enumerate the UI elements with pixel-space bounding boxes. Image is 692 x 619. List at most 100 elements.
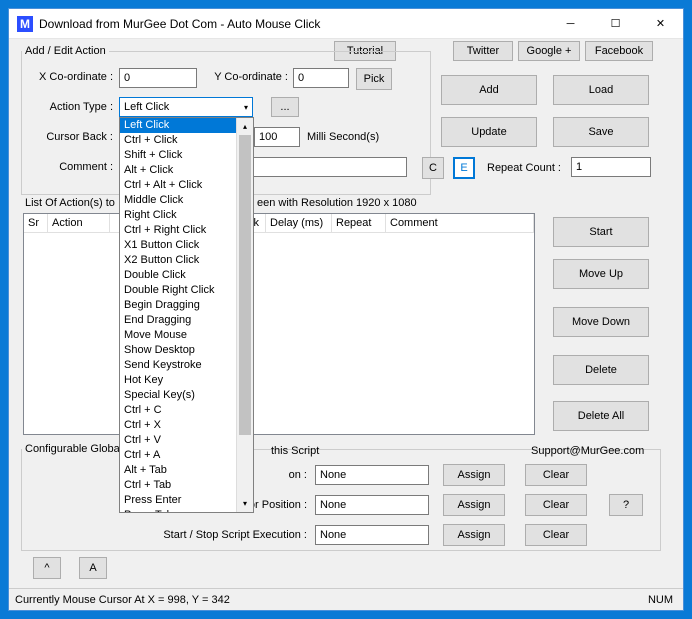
dropdown-item[interactable]: End Dragging [120,313,253,328]
dropdown-item[interactable]: Special Key(s) [120,388,253,403]
titlebar: M Download from MurGee Dot Com - Auto Mo… [9,9,683,39]
hotkey-legend-right: this Script [271,445,319,457]
scroll-thumb[interactable] [239,135,251,435]
status-text: Currently Mouse Cursor At X = 998, Y = 3… [15,594,230,606]
repeat-label: Repeat Count : [487,162,561,174]
dropdown-item[interactable]: Ctrl + Alt + Click [120,178,253,193]
save-button[interactable]: Save [553,117,649,147]
window-title: Download from MurGee Dot Com - Auto Mous… [39,17,548,31]
dropdown-item[interactable]: Hot Key [120,373,253,388]
dropdown-item[interactable]: Ctrl + V [120,433,253,448]
hk1-clear[interactable]: Clear [525,464,587,486]
action-type-value: Left Click [124,101,169,113]
add-button[interactable]: Add [441,75,537,105]
a-button[interactable]: A [79,557,107,579]
close-button[interactable]: ✕ [638,9,683,39]
add-edit-legend: Add / Edit Action [22,45,109,57]
help-button[interactable]: ? [609,494,643,516]
moveup-button[interactable]: Move Up [553,259,649,289]
dropdown-item[interactable]: Left Click [120,118,253,133]
action-type-dropdown[interactable]: ▴ ▾ Left ClickCtrl + ClickShift + ClickA… [119,117,254,513]
dropdown-item[interactable]: Alt + Click [120,163,253,178]
repeat-input[interactable] [571,157,651,177]
dropdown-item[interactable]: Ctrl + Right Click [120,223,253,238]
hk3-input[interactable] [315,525,429,545]
delay-input[interactable] [254,127,300,147]
dropdown-item[interactable]: Ctrl + C [120,403,253,418]
th-comment[interactable]: Comment [386,214,534,233]
x-coord-input[interactable] [119,68,197,88]
hk1-input[interactable] [315,465,429,485]
pick-button[interactable]: Pick [356,68,392,90]
hk2-clear[interactable]: Clear [525,494,587,516]
dropdown-item[interactable]: Show Desktop [120,343,253,358]
hk1-label-right: on : [279,469,307,481]
dropdown-item[interactable]: Middle Click [120,193,253,208]
dropdown-item[interactable]: Right Click [120,208,253,223]
load-button[interactable]: Load [553,75,649,105]
scroll-down-icon[interactable]: ▾ [237,495,253,512]
dropdown-item[interactable]: Press Enter [120,493,253,508]
dropdown-item[interactable]: Shift + Click [120,148,253,163]
caret-button[interactable]: ^ [33,557,61,579]
actions-table[interactable]: Sr Action ck Delay (ms) Repeat Comment [23,213,535,435]
facebook-button[interactable]: Facebook [585,41,653,61]
c-button[interactable]: C [422,157,444,179]
list-label-left: List Of Action(s) to [25,197,115,209]
hotkey-legend: Configurable Globa [22,443,123,455]
dropdown-item[interactable]: Ctrl + A [120,448,253,463]
dropdown-scrollbar[interactable]: ▴ ▾ [236,118,253,512]
dropdown-item[interactable]: Double Right Click [120,283,253,298]
dropdown-item[interactable]: Ctrl + X [120,418,253,433]
hk3-label: Start / Stop Script Execution : [129,529,307,541]
th-delay[interactable]: Delay (ms) [266,214,332,233]
table-header: Sr Action ck Delay (ms) Repeat Comment [24,214,534,233]
hk1-assign[interactable]: Assign [443,464,505,486]
google-button[interactable]: Google + [518,41,580,61]
x-coord-label: X Co-ordinate : [27,71,113,83]
dropdown-item[interactable]: X2 Button Click [120,253,253,268]
chevron-down-icon: ▾ [244,103,248,112]
deleteall-button[interactable]: Delete All [553,401,649,431]
th-sr[interactable]: Sr [24,214,48,233]
movedown-button[interactable]: Move Down [553,307,649,337]
dropdown-item[interactable]: Begin Dragging [120,298,253,313]
e-button[interactable]: E [453,157,475,179]
statusbar: Currently Mouse Cursor At X = 998, Y = 3… [9,588,683,610]
comment-label: Comment : [27,161,113,173]
hk3-assign[interactable]: Assign [443,524,505,546]
action-dots-button[interactable]: ... [271,97,299,117]
support-link[interactable]: Support@MurGee.com [531,445,644,457]
cursor-back-label: Cursor Back : [27,131,113,143]
dropdown-item[interactable]: Press Tab [120,508,253,513]
hk2-input[interactable] [315,495,429,515]
dropdown-item[interactable]: Double Click [120,268,253,283]
start-button[interactable]: Start [553,217,649,247]
status-num: NUM [648,594,677,606]
dropdown-item[interactable]: Send Keystroke [120,358,253,373]
app-icon: M [17,16,33,32]
delete-button[interactable]: Delete [553,355,649,385]
dropdown-item[interactable]: Move Mouse [120,328,253,343]
scroll-up-icon[interactable]: ▴ [237,118,253,135]
y-coord-input[interactable] [293,68,349,88]
th-action[interactable]: Action [48,214,110,233]
th-repeat[interactable]: Repeat [332,214,386,233]
list-label-right: een with Resolution 1920 x 1080 [257,197,417,209]
dropdown-item[interactable]: Alt + Tab [120,463,253,478]
hk2-assign[interactable]: Assign [443,494,505,516]
twitter-button[interactable]: Twitter [453,41,513,61]
window: M Download from MurGee Dot Com - Auto Mo… [8,8,684,611]
maximize-button[interactable]: ☐ [593,9,638,39]
client-area: Tutorial Twitter Google + Facebook Add /… [9,39,683,588]
update-button[interactable]: Update [441,117,537,147]
hk3-clear[interactable]: Clear [525,524,587,546]
dropdown-item[interactable]: X1 Button Click [120,238,253,253]
minimize-button[interactable]: ─ [548,9,593,39]
action-type-select[interactable]: Left Click ▾ [119,97,253,117]
delay-unit-label: Milli Second(s) [307,131,379,143]
dropdown-item[interactable]: Ctrl + Click [120,133,253,148]
dropdown-item[interactable]: Ctrl + Tab [120,478,253,493]
y-coord-label: Y Co-ordinate : [202,71,288,83]
action-type-label: Action Type : [27,101,113,113]
